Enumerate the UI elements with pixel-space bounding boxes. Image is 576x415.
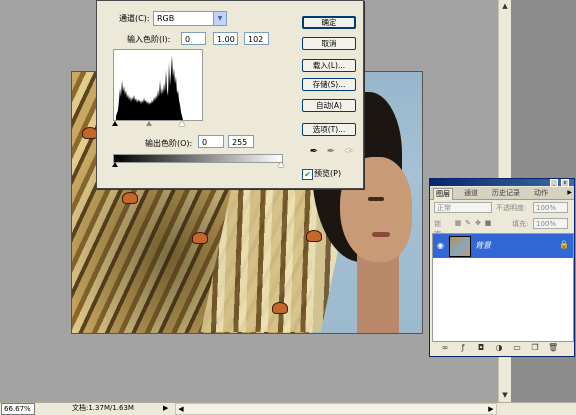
fill-field[interactable]: 100%: [533, 218, 568, 229]
input-gamma-slider[interactable]: [146, 121, 152, 126]
channel-select[interactable]: RGB ▼: [153, 11, 227, 26]
horizontal-scrollbar[interactable]: ◀ ▶: [175, 403, 497, 415]
lock-icon: 🔒: [559, 240, 569, 249]
tab-channels[interactable]: 通道: [462, 188, 480, 199]
zoom-field[interactable]: 66.67%: [1, 403, 35, 415]
scroll-left-icon[interactable]: ◀: [176, 404, 186, 414]
output-levels-label: 输出色阶(O):: [145, 139, 193, 148]
scroll-up-icon[interactable]: ▲: [500, 1, 510, 11]
levels-dialog: 通道(C): RGB ▼ 输入色阶(I): 0 1.00 102 输出色阶(O)…: [96, 0, 364, 189]
new-group-icon[interactable]: ▭: [512, 343, 522, 353]
input-levels-label: 输入色阶(I):: [127, 35, 171, 44]
delete-layer-icon[interactable]: 🗑: [548, 343, 558, 353]
close-icon[interactable]: x: [561, 179, 569, 187]
load-button[interactable]: 载入(L)...: [302, 59, 356, 72]
output-gradient: [113, 154, 283, 163]
adjustment-layer-icon[interactable]: ◑: [494, 343, 504, 353]
layer-mask-icon[interactable]: ◘: [476, 343, 486, 353]
input-black-slider[interactable]: [112, 121, 118, 126]
layer-name[interactable]: 背景: [475, 240, 535, 251]
opacity-field[interactable]: 100%: [533, 202, 568, 213]
scroll-right-icon[interactable]: ▶: [486, 404, 496, 414]
layers-panel: _ x 图层 通道 历史记录 动作 ▶ 正常 不透明度: 100% 锁定: ▦ …: [429, 178, 575, 357]
cancel-button[interactable]: 取消: [302, 37, 356, 50]
options-button[interactable]: 选项(T)...: [302, 123, 356, 136]
layer-style-icon[interactable]: ƒ: [458, 343, 468, 353]
blend-mode-select[interactable]: 正常: [434, 202, 492, 213]
lock-label: 锁定:: [434, 220, 443, 238]
input-white-slider[interactable]: [179, 121, 185, 126]
preview-label[interactable]: 预览(P): [314, 168, 354, 179]
lock-all-icon[interactable]: ■: [484, 219, 492, 228]
lock-move-icon[interactable]: ✥: [474, 219, 482, 228]
channel-value: RGB: [157, 14, 175, 23]
butterfly-motif: [192, 232, 208, 244]
butterfly-motif: [306, 230, 322, 242]
doc-info: 文档:1.37M/1.63M: [72, 404, 134, 412]
output-black-slider[interactable]: [112, 162, 118, 167]
histogram: [113, 49, 203, 121]
ok-button[interactable]: 确定: [302, 16, 356, 29]
output-black-field[interactable]: 0: [198, 135, 224, 148]
tab-actions[interactable]: 动作: [532, 188, 550, 199]
layer-row[interactable]: ◉ 背景 🔒: [433, 234, 573, 258]
histogram-graph: [116, 55, 183, 120]
output-white-slider[interactable]: [278, 162, 284, 167]
tab-layers[interactable]: 图层: [433, 188, 453, 200]
tab-history[interactable]: 历史记录: [490, 188, 522, 199]
lips-mark: [372, 232, 390, 237]
fill-label: 填充:: [512, 220, 529, 228]
white-eyedropper-icon[interactable]: ✒: [343, 145, 355, 159]
chevron-down-icon[interactable]: ▼: [213, 12, 226, 25]
input-white-field[interactable]: 102: [244, 32, 269, 45]
layer-thumbnail: [449, 236, 471, 257]
panel-footer: ∞ ƒ ◘ ◑ ▭ ❐ 🗑: [430, 341, 574, 355]
scroll-down-icon[interactable]: ▼: [500, 390, 510, 400]
output-white-field[interactable]: 255: [228, 135, 254, 148]
input-black-field[interactable]: 0: [181, 32, 206, 45]
eye-icon[interactable]: ◉: [436, 241, 445, 250]
gray-eyedropper-icon[interactable]: ✒: [325, 145, 337, 159]
lock-transparency-icon[interactable]: ▦: [454, 219, 462, 228]
minimize-icon[interactable]: _: [550, 179, 558, 187]
layer-list: ◉ 背景 🔒: [432, 233, 574, 342]
input-gamma-field[interactable]: 1.00: [213, 32, 238, 45]
butterfly-motif: [272, 302, 288, 314]
black-eyedropper-icon[interactable]: ✒: [308, 145, 320, 159]
new-layer-icon[interactable]: ❐: [530, 343, 540, 353]
preview-checkbox[interactable]: ✔: [302, 169, 313, 180]
panel-tabs: 图层 通道 历史记录 动作 ▶: [430, 187, 574, 200]
lock-paint-icon[interactable]: ✎: [464, 219, 472, 228]
auto-button[interactable]: 自动(A): [302, 99, 356, 112]
panel-menu-icon[interactable]: ▶: [567, 189, 572, 196]
link-layers-icon[interactable]: ∞: [440, 343, 450, 353]
panel-title-bar[interactable]: _ x: [430, 179, 574, 187]
doc-info-menu-icon[interactable]: ▶: [163, 403, 171, 413]
save-button[interactable]: 存储(S)...: [302, 78, 356, 91]
eye-mark: [368, 197, 384, 201]
opacity-label: 不透明度:: [496, 204, 527, 212]
butterfly-motif: [122, 192, 138, 204]
